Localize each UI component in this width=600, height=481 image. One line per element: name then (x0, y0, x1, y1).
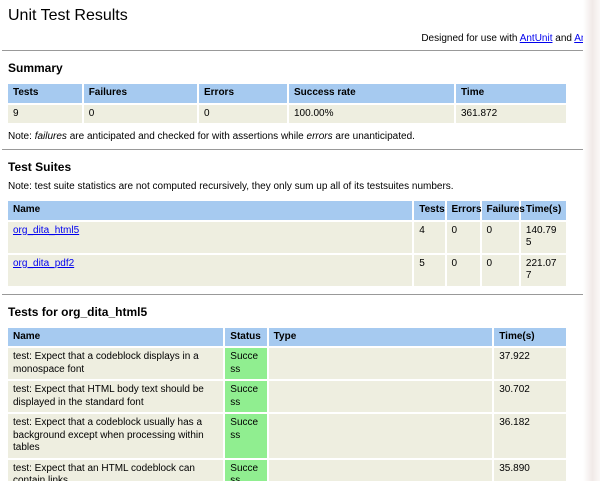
summary-col-failures: Failures (83, 84, 197, 103)
table-row: org_dita_pdf2 5 0 0 221.077 (8, 254, 566, 286)
table-row: test: Expect that a codeblock displays i… (8, 348, 566, 379)
summary-note-prefix: Note: (8, 131, 35, 142)
ant-link[interactable]: Ant (574, 33, 589, 44)
suite-link-org-dita-html5[interactable]: org_dita_html5 (13, 225, 79, 236)
suites-col-time: Time(s) (520, 201, 566, 220)
suites-table: Name Tests Errors Failures Time(s) org_d… (6, 199, 568, 288)
summary-errors-value: 0 (198, 104, 287, 123)
summary-tests-value: 9 (8, 104, 82, 123)
table-row: test: Expect that an HTML codeblock can … (8, 459, 566, 481)
summary-data-row: 9 0 0 100.00% 361.872 (8, 104, 566, 123)
tagline: Designed for use with AntUnit and Ant. (8, 33, 592, 44)
summary-note-middle: are anticipated and checked for with ass… (66, 131, 307, 142)
summary-heading: Summary (8, 61, 63, 75)
test-type-cell (268, 348, 493, 379)
test-type-cell (268, 459, 493, 481)
tests-col-type: Type (268, 327, 493, 346)
divider (2, 293, 598, 295)
test-status-cell: Success (225, 414, 267, 458)
tests-html5-heading: Tests for org_dita_html5 (8, 304, 148, 319)
suite-errors-cell: 0 (446, 254, 480, 286)
test-time-cell: 35.890 (494, 459, 566, 481)
report-page: Unit Test Results Designed for use with … (0, 0, 600, 481)
test-type-cell (268, 414, 493, 458)
suite-tests-cell: 5 (414, 254, 445, 286)
suite-errors-cell: 0 (446, 221, 480, 253)
test-name-cell: test: Expect that a codeblock displays i… (8, 348, 224, 379)
test-time-cell: 30.702 (494, 381, 566, 412)
test-name-cell: test: Expect that HTML body text should … (8, 381, 224, 412)
suite-tests-cell: 4 (414, 221, 445, 253)
test-status-cell: Success (225, 381, 267, 412)
summary-time-value: 361.872 (455, 104, 566, 123)
test-name-cell: test: Expect that an HTML codeblock can … (8, 459, 224, 481)
summary-note-failures: failures (34, 131, 67, 142)
suites-col-failures: Failures (481, 201, 525, 220)
tests-col-name: Name (8, 327, 224, 346)
tagline-suffix: . (589, 33, 592, 44)
tagline-middle: and (552, 33, 575, 44)
suite-failures-cell: 0 (481, 254, 519, 286)
summary-failures-value: 0 (83, 104, 197, 123)
tests-header-row: Name Status Type Time(s) (8, 327, 566, 346)
table-row: org_dita_html5 4 0 0 140.795 (8, 221, 566, 253)
summary-note-suffix: are unanticipated. (332, 131, 415, 142)
summary-col-time: Time (455, 84, 566, 103)
tests-col-time: Time(s) (494, 327, 566, 346)
divider (2, 149, 598, 150)
suite-time-cell: 221.077 (520, 254, 566, 286)
test-status-cell: Success (225, 348, 267, 379)
tagline-prefix: Designed for use with (421, 33, 520, 44)
suite-link-org-dita-pdf2[interactable]: org_dita_pdf2 (13, 258, 74, 269)
suite-name-cell: org_dita_html5 (8, 221, 413, 253)
summary-col-tests: Tests (8, 84, 82, 103)
suites-col-errors: Errors (446, 201, 482, 220)
divider (2, 50, 598, 51)
table-row: test: Expect that a codeblock usually ha… (8, 414, 566, 458)
suites-header-row: Name Tests Errors Failures Time(s) (8, 201, 566, 220)
page-title: Unit Test Results (8, 7, 128, 24)
test-time-cell: 37.922 (494, 348, 566, 379)
test-type-cell (268, 381, 493, 412)
summary-note-errors: errors (306, 131, 333, 142)
suites-col-name: Name (8, 201, 413, 220)
suites-heading: Test Suites (8, 160, 72, 174)
summary-col-errors: Errors (198, 84, 287, 103)
test-name-cell: test: Expect that a codeblock usually ha… (8, 414, 224, 458)
table-row: test: Expect that HTML body text should … (8, 381, 566, 412)
summary-note: Note: failures are anticipated and check… (8, 131, 592, 142)
suite-name-cell: org_dita_pdf2 (8, 254, 413, 286)
suites-col-tests: Tests (414, 201, 445, 220)
summary-success-rate-value: 100.00% (288, 104, 454, 123)
test-time-cell: 36.182 (494, 414, 566, 458)
tests-col-status: Status (225, 327, 267, 346)
summary-header-row: Tests Failures Errors Success rate Time (8, 84, 566, 103)
antunit-link[interactable]: AntUnit (520, 33, 553, 44)
summary-col-success-rate: Success rate (288, 84, 454, 103)
suite-time-cell: 140.795 (520, 221, 566, 253)
summary-table: Tests Failures Errors Success rate Time … (6, 82, 568, 125)
suites-note: Note: test suite statistics are not comp… (8, 181, 454, 192)
tests-html5-table: Name Status Type Time(s) test: Expect th… (6, 326, 568, 481)
test-status-cell: Success (225, 459, 267, 481)
suite-failures-cell: 0 (481, 221, 519, 253)
